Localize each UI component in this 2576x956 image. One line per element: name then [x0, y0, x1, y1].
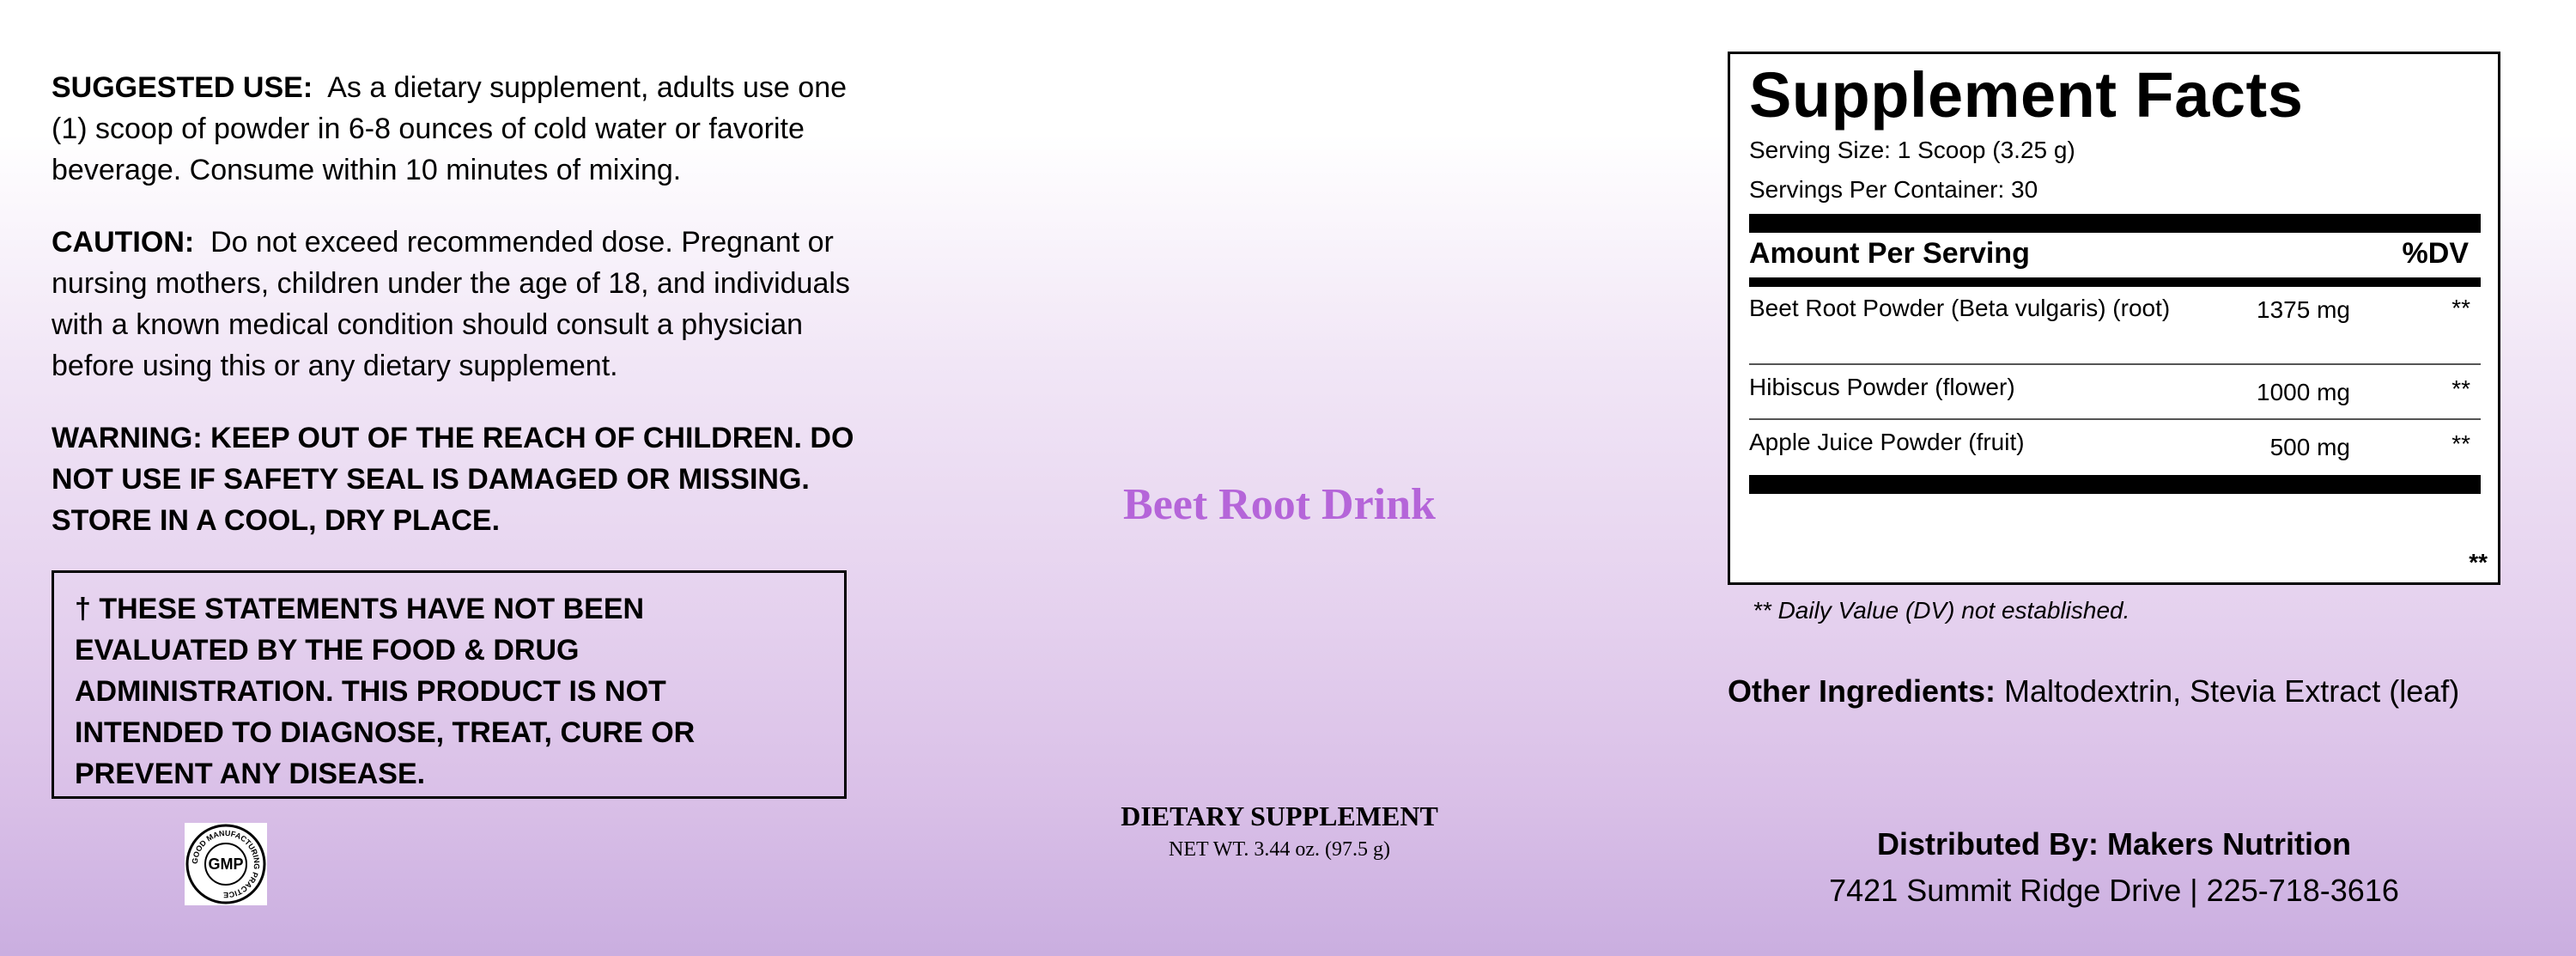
directions-panel: SUGGESTED USE: As a dietary supplement, … — [52, 67, 859, 905]
ingredient-dv: ** — [2451, 375, 2470, 402]
suggested-use-label: SUGGESTED USE: — [52, 71, 313, 104]
warning-paragraph: WARNING: KEEP OUT OF THE REACH OF CHILDR… — [52, 422, 854, 537]
product-name: Beet Root Drink — [1123, 480, 1436, 529]
row-divider — [1749, 363, 2481, 365]
fda-disclaimer-box: † THESE STATEMENTS HAVE NOT BEEN EVALUAT… — [52, 570, 847, 799]
ingredient-amount: 1000 mg — [2257, 379, 2350, 405]
ingredient-dv: ** — [2451, 295, 2470, 321]
dv-header-label: %DV — [2402, 237, 2469, 270]
servings-per-container: Servings Per Container: 30 — [1749, 176, 2038, 203]
ingredient-dv: ** — [2451, 430, 2470, 457]
net-weight: NET WT. 3.44 oz. (97.5 g) — [1169, 838, 1390, 861]
thick-divider-bottom — [1749, 475, 2481, 494]
serving-size: Serving Size: 1 Scoop (3.25 g) — [1749, 137, 2075, 163]
other-ingredients-label: Other Ingredients: — [1728, 673, 1996, 709]
medium-divider — [1749, 277, 2481, 287]
other-ingredients-text: Maltodextrin, Stevia Extract (leaf) — [2004, 673, 2460, 709]
ingredient-name: Beet Root Powder (Beta vulgaris) (root) — [1749, 295, 2171, 321]
other-ingredients: Other Ingredients: Maltodextrin, Stevia … — [1728, 672, 2459, 711]
dietary-supplement-label: DIETARY SUPPLEMENT — [1121, 801, 1438, 831]
dv-footnote: ** Daily Value (DV) not established. — [1753, 597, 2130, 624]
thick-divider-top — [1749, 214, 2481, 233]
ingredient-amount: 500 mg — [2269, 434, 2350, 460]
amount-per-serving-header: Amount Per Serving %DV — [1749, 234, 2481, 272]
footer-dv-stars: ** — [2469, 549, 2488, 575]
gmp-seal-icon: GOOD MANUFACTURING PRACTICE GMP — [185, 823, 267, 905]
amount-header-label: Amount Per Serving — [1749, 237, 2030, 270]
fda-disclaimer-text: † THESE STATEMENTS HAVE NOT BEEN EVALUAT… — [75, 593, 696, 790]
supplement-facts-title: Supplement Facts — [1749, 59, 2304, 131]
supplement-facts-panel: Supplement Facts Serving Size: 1 Scoop (… — [1728, 52, 2500, 624]
suggested-use-paragraph: SUGGESTED USE: As a dietary supplement, … — [52, 67, 859, 191]
ingredient-name: Apple Juice Powder (fruit) — [1749, 429, 2025, 455]
distributor-line: Distributed By: Makers Nutrition — [1876, 826, 2352, 862]
distributor-address: 7421 Summit Ridge Drive | 225-718-3616 — [1829, 873, 2399, 908]
caution-paragraph: CAUTION: Do not exceed recommended dose.… — [52, 222, 859, 387]
row-divider — [1749, 418, 2481, 420]
ingredient-name: Hibiscus Powder (flower) — [1749, 374, 2015, 400]
ingredient-amount: 1375 mg — [2257, 296, 2350, 323]
caution-label: CAUTION: — [52, 226, 195, 259]
gmp-center-text: GMP — [208, 856, 243, 873]
